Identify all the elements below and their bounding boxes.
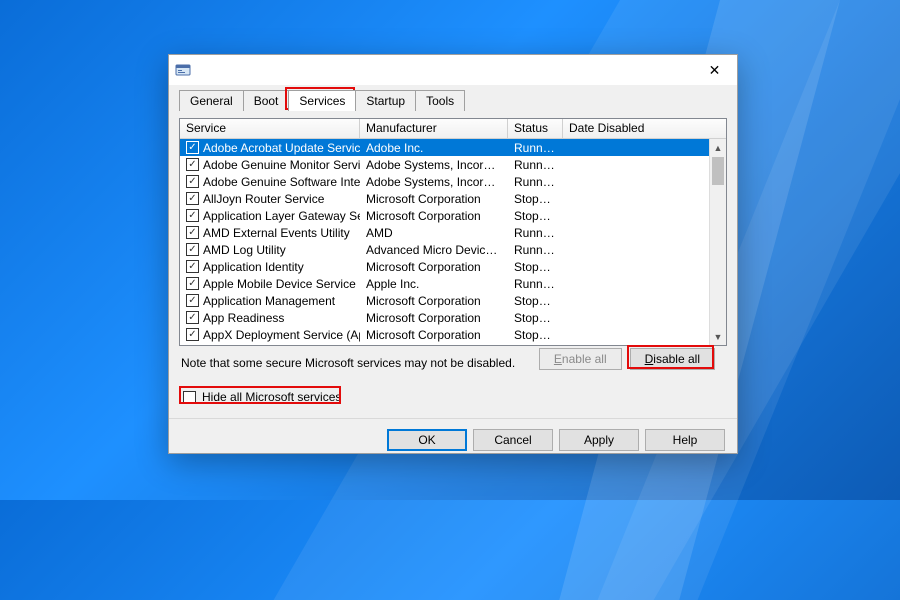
manufacturer: AMD	[360, 226, 508, 240]
column-status[interactable]: Status	[508, 119, 563, 138]
manufacturer: Microsoft Corporation	[360, 328, 508, 342]
status: Stopped	[508, 294, 563, 308]
table-row[interactable]: ✓ AppX Deployment Service (AppX...Microso…	[180, 326, 726, 343]
status: Running	[508, 141, 563, 155]
manufacturer: Microsoft Corporation	[360, 260, 508, 274]
manufacturer: Adobe Inc.	[360, 141, 508, 155]
table-row[interactable]: ✓ AllJoyn Router Service Microsoft Corpora…	[180, 190, 726, 207]
manufacturer: Microsoft Corporation	[360, 192, 508, 206]
status: Stopped	[508, 260, 563, 274]
tab-startup[interactable]: Startup	[355, 90, 416, 111]
manufacturer: Microsoft Corporation	[360, 311, 508, 325]
checkbox-icon	[183, 391, 196, 404]
cancel-button[interactable]: Cancel	[473, 429, 553, 451]
manufacturer: Microsoft Corporation	[360, 294, 508, 308]
table-row[interactable]: ✓ AMD External Events Utility AMDRunning	[180, 224, 726, 241]
status: Running	[508, 243, 563, 257]
manufacturer: Apple Inc.	[360, 277, 508, 291]
service-name: Apple Mobile Device Service	[203, 277, 356, 291]
scroll-up-icon[interactable]: ▲	[710, 139, 726, 156]
service-name: AllJoyn Router Service	[203, 192, 324, 206]
service-name: Application Identity	[203, 260, 304, 274]
status: Running	[508, 158, 563, 172]
column-date-disabled[interactable]: Date Disabled	[563, 119, 726, 138]
service-name: AMD External Events Utility	[203, 226, 350, 240]
service-name: Adobe Acrobat Update Service	[203, 141, 360, 155]
column-service[interactable]: Service	[180, 119, 360, 138]
tab-body: Service Manufacturer Status Date Disable…	[179, 110, 727, 406]
ok-button[interactable]: OK	[387, 429, 467, 451]
row-checkbox[interactable]: ✓	[186, 226, 199, 239]
table-row[interactable]: ✓ Adobe Genuine Software Integri...Adobe …	[180, 173, 726, 190]
service-name: AppX Deployment Service (AppX...	[203, 328, 360, 342]
column-manufacturer[interactable]: Manufacturer	[360, 119, 508, 138]
row-checkbox[interactable]: ✓	[186, 158, 199, 171]
row-checkbox[interactable]: ✓	[186, 260, 199, 273]
close-icon: ✕	[709, 62, 721, 79]
tab-services[interactable]: Services	[288, 90, 356, 111]
tab-general[interactable]: General	[179, 90, 244, 111]
table-row[interactable]: ✓ Adobe Genuine Monitor ServiceAdobe Syst…	[180, 156, 726, 173]
help-button[interactable]: Help	[645, 429, 725, 451]
services-list[interactable]: Service Manufacturer Status Date Disable…	[179, 118, 727, 346]
status: Stopped	[508, 328, 563, 342]
row-checkbox[interactable]: ✓	[186, 294, 199, 307]
row-checkbox[interactable]: ✓	[186, 175, 199, 188]
apply-button[interactable]: Apply	[559, 429, 639, 451]
manufacturer: Advanced Micro Devices, I...	[360, 243, 508, 257]
service-name: Application Management	[203, 294, 335, 308]
tab-strip: General Boot Services Startup Tools	[169, 85, 737, 110]
manufacturer: Microsoft Corporation	[360, 209, 508, 223]
close-button[interactable]: ✕	[692, 55, 737, 85]
scroll-thumb[interactable]	[712, 157, 724, 185]
disable-all-button[interactable]: Disable all	[630, 348, 715, 370]
service-name: Adobe Genuine Monitor Service	[203, 158, 360, 172]
scrollbar[interactable]: ▲ ▼	[709, 139, 726, 345]
status: Running	[508, 277, 563, 291]
table-row[interactable]: ✓ Application Management Microsoft Corpora…	[180, 292, 726, 309]
row-checkbox[interactable]: ✓	[186, 192, 199, 205]
status: Stopped	[508, 192, 563, 206]
table-row[interactable]: ✓ Adobe Acrobat Update ServiceAdobe Inc.R…	[180, 139, 726, 156]
status: Stopped	[508, 209, 563, 223]
service-name: Adobe Genuine Software Integri...	[203, 175, 360, 189]
tab-tools[interactable]: Tools	[415, 90, 465, 111]
service-name: AMD Log Utility	[203, 243, 286, 257]
row-checkbox[interactable]: ✓	[186, 209, 199, 222]
service-name: Application Layer Gateway Service	[203, 209, 360, 223]
row-checkbox[interactable]: ✓	[186, 311, 199, 324]
status: Running	[508, 175, 563, 189]
service-name: App Readiness	[203, 311, 284, 325]
status: Running	[508, 226, 563, 240]
table-row[interactable]: ✓ Application Layer Gateway ServiceMicros…	[180, 207, 726, 224]
row-checkbox[interactable]: ✓	[186, 328, 199, 341]
row-checkbox[interactable]: ✓	[186, 277, 199, 290]
dialog-buttons: OK Cancel Apply Help	[169, 418, 737, 463]
msconfig-dialog: ✕ General Boot Services Startup Tools Se…	[168, 54, 738, 454]
tab-boot[interactable]: Boot	[243, 90, 290, 111]
enable-all-button: Enable all	[539, 348, 622, 370]
scroll-down-icon[interactable]: ▼	[710, 328, 726, 345]
table-row[interactable]: ✓ Application Identity Microsoft Corporati…	[180, 258, 726, 275]
manufacturer: Adobe Systems, Incorpora...	[360, 175, 508, 189]
manufacturer: Adobe Systems, Incorpora...	[360, 158, 508, 172]
app-icon	[175, 62, 191, 78]
table-row[interactable]: ✓ AMD Log Utility Advanced Micro Devices, …	[180, 241, 726, 258]
hide-microsoft-checkbox[interactable]: Hide all Microsoft services	[181, 388, 343, 406]
row-checkbox[interactable]: ✓	[186, 141, 199, 154]
status: Stopped	[508, 311, 563, 325]
titlebar: ✕	[169, 55, 737, 85]
table-row[interactable]: ✓ App Readiness Microsoft CorporationStopp…	[180, 309, 726, 326]
row-checkbox[interactable]: ✓	[186, 243, 199, 256]
table-row[interactable]: ✓ Apple Mobile Device Service Apple Inc.Ru…	[180, 275, 726, 292]
